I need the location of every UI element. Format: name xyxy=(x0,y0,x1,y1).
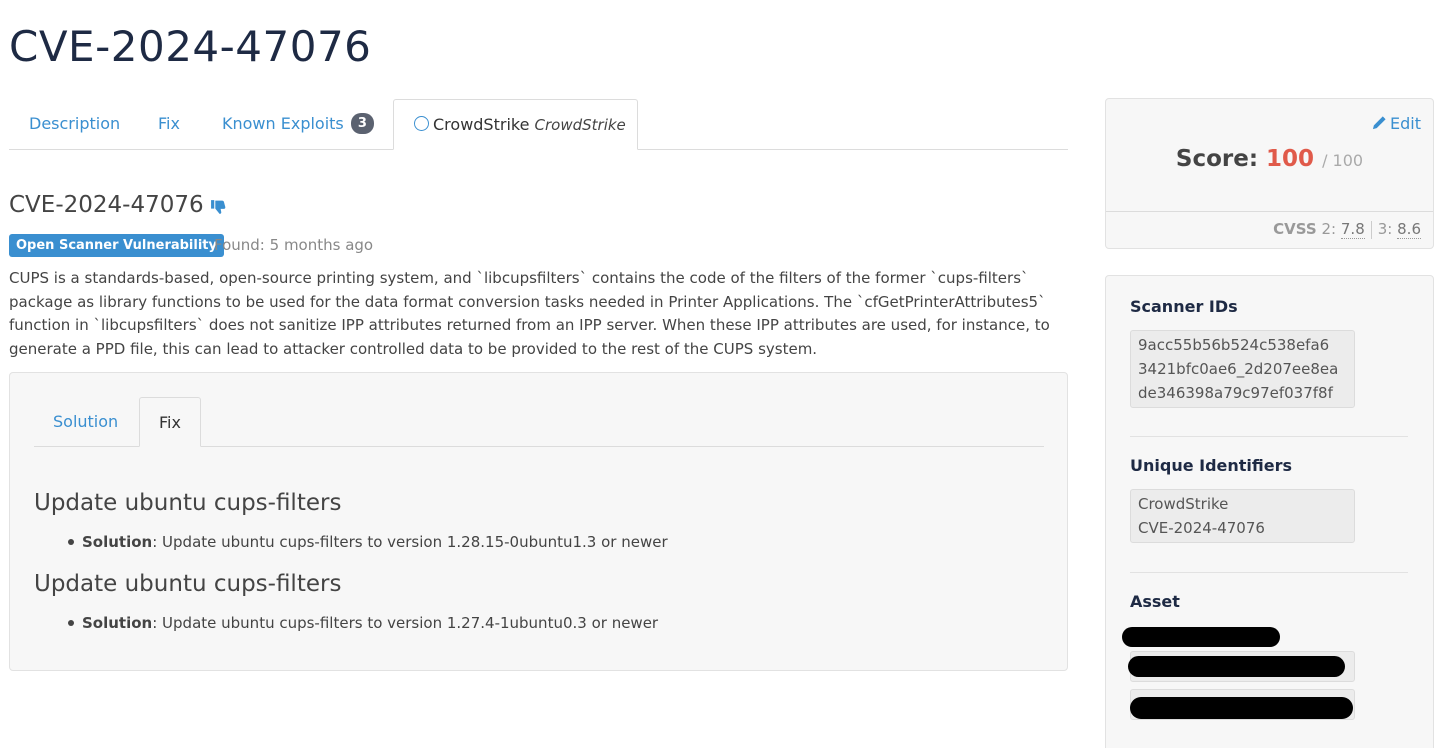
edit-button[interactable]: Edit xyxy=(1372,114,1421,133)
bullet-icon xyxy=(68,538,74,545)
thumbs-down-icon[interactable] xyxy=(210,196,227,214)
divider xyxy=(1106,211,1433,212)
details-card: Scanner IDs 9acc55b56b524c538efa6 3421bf… xyxy=(1105,275,1434,748)
scanner-ids-heading: Scanner IDs xyxy=(1130,297,1238,316)
unique-id: CVE-2024-47076 xyxy=(1138,519,1265,537)
tab-fix-detail[interactable]: Fix xyxy=(139,397,201,447)
redacted-asset-field xyxy=(1130,697,1353,719)
scanner-id: 9acc55b56b524c538efa6 xyxy=(1138,336,1330,354)
fix-item-text: : Update ubuntu cups-filters to version … xyxy=(152,533,668,551)
fix-heading: Update ubuntu cups-filters xyxy=(34,571,342,597)
divider xyxy=(1370,220,1372,239)
scanner-id: de346398a79c97ef037f8f xyxy=(1138,384,1333,402)
divider xyxy=(1130,436,1408,437)
tab-fix-detail-label: Fix xyxy=(159,413,181,432)
fix-item-label: Solution xyxy=(82,614,153,632)
score-max: / 100 xyxy=(1322,151,1364,170)
vuln-description: CUPS is a standards-based, open-source p… xyxy=(9,269,1050,358)
cvss2-label: 2: xyxy=(1321,220,1337,238)
fix-item-text: : Update ubuntu cups-filters to version … xyxy=(152,614,659,632)
tab-fix-label: Fix xyxy=(158,114,180,133)
bullet-icon xyxy=(68,619,74,626)
status-badge: Open Scanner Vulnerability xyxy=(9,234,224,257)
tab-description-label: Description xyxy=(29,114,121,133)
cvss-scores: CVSS 2: 7.8 3: 8.6 xyxy=(1273,220,1421,239)
cvss3-label: 3: xyxy=(1377,220,1393,238)
cvss3-value[interactable]: 8.6 xyxy=(1397,220,1421,239)
redacted-asset-field xyxy=(1128,656,1345,677)
pencil-icon xyxy=(1372,116,1386,130)
cvss2-value[interactable]: 7.8 xyxy=(1340,220,1365,239)
tab-crowdstrike-sublabel: CrowdStrike xyxy=(534,116,626,134)
divider xyxy=(1130,572,1408,573)
fix-panel: Solution Fix Update ubuntu cups-filters … xyxy=(9,372,1068,671)
score: Score: 100 / 100 xyxy=(1106,146,1433,172)
circle-icon xyxy=(414,116,429,131)
scanner-id: 3421bfc0ae6_2d207ee8ea xyxy=(1138,360,1339,378)
unique-ids-heading: Unique Identifiers xyxy=(1130,456,1293,475)
main-tabs: Description Fix Known Exploits 3 CrowdSt… xyxy=(9,99,1068,150)
unique-id: CrowdStrike xyxy=(1138,495,1229,513)
score-label: Score: xyxy=(1175,146,1259,172)
found-time: Found: 5 months ago xyxy=(214,236,374,254)
tab-fix[interactable]: Fix xyxy=(138,99,200,150)
edit-label: Edit xyxy=(1390,114,1421,133)
fix-item-label: Solution xyxy=(82,533,153,551)
fix-item: Solution: Update ubuntu cups-filters to … xyxy=(68,533,668,551)
tab-description[interactable]: Description xyxy=(9,99,140,150)
tab-solution-label: Solution xyxy=(53,412,119,431)
page-title: CVE-2024-47076 xyxy=(9,22,372,71)
fix-item: Solution: Update ubuntu cups-filters to … xyxy=(68,614,658,632)
tab-known-exploits-label: Known Exploits xyxy=(222,114,344,133)
fix-panel-tabs: Solution Fix xyxy=(34,397,1044,447)
tab-known-exploits[interactable]: Known Exploits 3 xyxy=(202,99,394,150)
unique-ids-box: CrowdStrike CVE-2024-47076 xyxy=(1130,489,1355,543)
redacted-asset-name xyxy=(1122,627,1280,647)
tab-crowdstrike-label: CrowdStrike xyxy=(433,115,530,134)
tab-solution[interactable]: Solution xyxy=(34,397,137,447)
exploit-count-badge: 3 xyxy=(350,113,374,134)
vuln-heading: CVE-2024-47076 xyxy=(9,192,227,218)
asset-heading: Asset xyxy=(1130,592,1180,611)
vuln-heading-text: CVE-2024-47076 xyxy=(9,192,204,218)
cvss-label: CVSS xyxy=(1273,220,1317,238)
score-card: Edit Score: 100 / 100 CVSS 2: 7.8 3: 8.6 xyxy=(1105,98,1434,249)
scanner-ids-box: 9acc55b56b524c538efa6 3421bfc0ae6_2d207e… xyxy=(1130,330,1355,408)
score-value: 100 xyxy=(1266,146,1315,172)
fix-heading: Update ubuntu cups-filters xyxy=(34,490,342,516)
tab-crowdstrike[interactable]: CrowdStrike CrowdStrike xyxy=(393,99,638,150)
